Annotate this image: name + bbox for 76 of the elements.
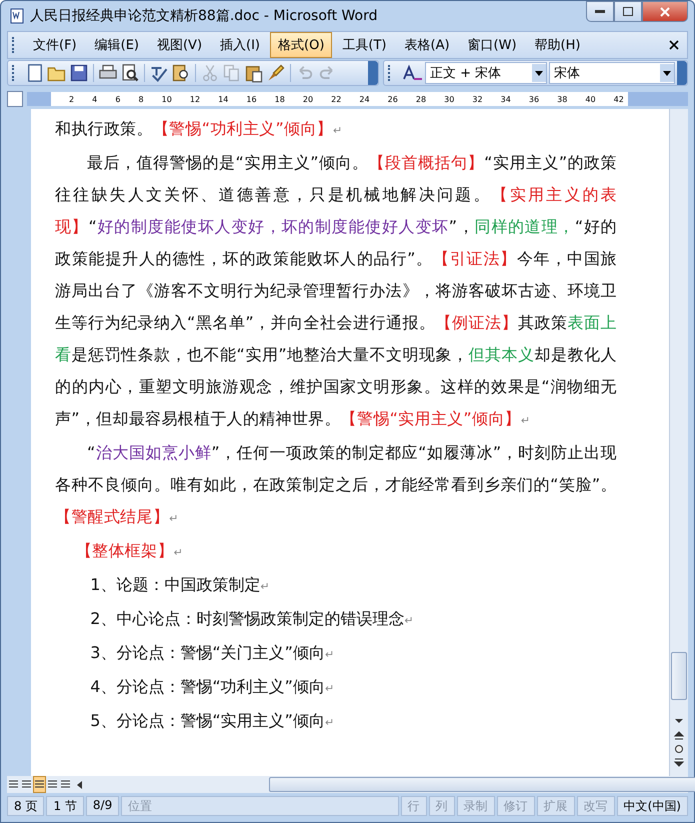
- document-w-icon: [9, 8, 25, 24]
- ruler-number: 2: [69, 94, 74, 104]
- circle-icon[interactable]: [672, 742, 686, 756]
- status-text: 录制: [456, 796, 495, 816]
- paragraph: “治大国如烹小鲜”，任何一项政策的制定都应“如履薄冰”，时刻防止出现各种不良倾向。唯有如此，在政策制定之后，才能经常看到乡亲们的“笑脸”。 【警醒式结尾】↵: [55, 442, 617, 528]
- ruler-number: 38: [557, 94, 568, 104]
- ruler-number: 36: [528, 94, 540, 104]
- page-magnifier-icon[interactable]: [120, 63, 140, 83]
- ruler-number: 16: [246, 94, 257, 104]
- ruler-number: 10: [162, 94, 172, 104]
- window-title: 人民日报经典申论范文精析88篇.doc - Microsoft Word: [30, 7, 379, 25]
- blank-page-icon[interactable]: [25, 63, 45, 83]
- paintbrush-icon[interactable]: [266, 63, 286, 83]
- ruler-number: 42: [614, 94, 624, 104]
- maximize-icon: [623, 7, 633, 16]
- ruler-number: 22: [331, 94, 342, 104]
- font-dropdown[interactable]: 宋体: [549, 62, 675, 84]
- status-text: 8 页: [7, 796, 44, 816]
- ruler-number: 14: [218, 94, 228, 104]
- ruler-number: 20: [302, 94, 314, 104]
- menu-item[interactable]: 表格(A): [396, 32, 458, 58]
- dropdown-arrow-icon: [663, 70, 671, 76]
- menu-item[interactable]: 插入(I): [212, 32, 268, 58]
- status-text: 改写: [576, 796, 615, 816]
- style-dropdown[interactable]: 正文 + 宋体: [425, 62, 547, 84]
- menu-item[interactable]: 编辑(E): [86, 32, 147, 58]
- view-mode-icon[interactable]: [33, 776, 46, 793]
- left-arrow-icon[interactable]: [76, 780, 84, 788]
- status-text: 8/9: [86, 796, 120, 816]
- scroll-thumb[interactable]: [671, 652, 687, 700]
- paragraph: 和执行政策。【警惕“功利主义”倾向】↵: [55, 118, 344, 140]
- menu-item[interactable]: 工具(T): [334, 32, 394, 58]
- paragraph: 最后，值得警惕的是“实用主义”倾向。【段首概括句】“实用主义”的政策往往缺失人文关怀、道德善意，只是机械地解决问题。【实用主义的表现】“好的制度能使坏人变好，坏的制度能使好人变坏”，同样的道理，“好的政策能提升人的德性，坏的政策能败坏人的品行”。【引证法】今年，中国旅游局出台了《游客不文明行为纪录管理暂行办法》，将游客破坏古迹、环境卫生等行为纪录纳入“黑名单”，并向全社会进行通报。【例证法】其政策表面上看是惩罚性条款，也不能“实用”地整治大量不文明现象，但其本义却是教化人的的内心，重塑文明旅游观念，维护国家文明形象。这样的效果是“润物细无声”，但却最容易根植于人的精神世界。【警惕“实用主义”倾向】↵: [55, 152, 617, 430]
- status-text: 1 节: [46, 796, 84, 816]
- ruler-number: 18: [274, 94, 285, 104]
- maximize-button[interactable]: [614, 1, 642, 22]
- ruler-number: 28: [416, 94, 426, 104]
- status-text: 行: [400, 796, 427, 816]
- status-text: 列: [428, 796, 455, 816]
- menu-item[interactable]: 帮助(H): [526, 32, 588, 58]
- ruler-number: 24: [359, 94, 370, 104]
- ruler-number: 40: [585, 94, 596, 104]
- vertical-scrollbar[interactable]: [669, 109, 688, 776]
- book-magnifier-icon[interactable]: [171, 63, 191, 83]
- status-text: 中文(中国): [616, 796, 688, 816]
- ruler-number: 34: [500, 94, 511, 104]
- dropdown-arrow-icon: [535, 70, 543, 76]
- close-icon: [660, 6, 670, 16]
- horizontal-scrollbar[interactable]: [76, 777, 695, 792]
- paragraph: 4、分论点：警惕“功利主义”倾向↵: [89, 676, 336, 698]
- close-button[interactable]: [642, 1, 688, 22]
- menu-item[interactable]: 文件(F): [25, 32, 85, 58]
- status-text: 扩展: [536, 796, 575, 816]
- ruler-number: 6: [115, 94, 120, 104]
- ruler-number: 4: [92, 94, 98, 104]
- ruler-number: 32: [472, 94, 483, 104]
- ruler-number: 12: [190, 94, 200, 104]
- paragraph: 2、中心论点：时刻警惕政策制定的错误理念↵: [89, 608, 415, 630]
- paragraph: 3、分论点：警惕“关门主义”倾向↵: [89, 642, 336, 664]
- clipboard-icon[interactable]: [244, 63, 264, 83]
- styles-a-icon[interactable]: [401, 64, 423, 82]
- menu-item[interactable]: 窗口(W): [460, 32, 525, 58]
- ruler-number: 30: [444, 94, 454, 104]
- status-text: 位置: [121, 796, 399, 816]
- menu-item[interactable]: 格式(O): [270, 32, 332, 58]
- ruler-number: 26: [388, 94, 398, 104]
- tab-selector-button[interactable]: [7, 91, 23, 107]
- minimize-button[interactable]: [586, 1, 614, 22]
- paragraph: 5、分论点：警惕“实用主义”倾向↵: [89, 710, 336, 732]
- paragraph: 【整体框架】↵: [74, 540, 184, 562]
- ruler-number: 8: [138, 94, 144, 104]
- paragraph: 1、论题：中国政策制定↵: [89, 574, 271, 596]
- minimize-icon: [595, 10, 605, 14]
- close-icon[interactable]: [669, 40, 679, 50]
- status-text: 修订: [496, 796, 535, 816]
- menu-item[interactable]: 视图(V): [148, 32, 210, 58]
